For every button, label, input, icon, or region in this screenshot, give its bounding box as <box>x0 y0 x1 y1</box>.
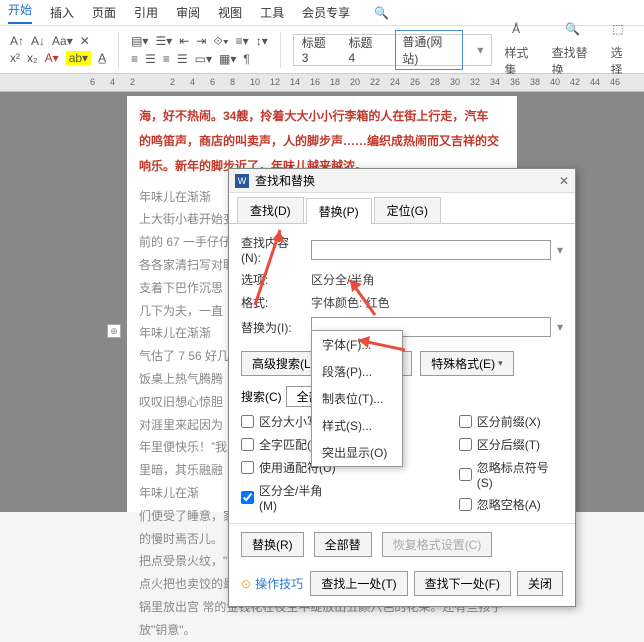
tab-member[interactable]: 会员专享 <box>302 4 350 21</box>
tab-tools[interactable]: 工具 <box>260 4 284 21</box>
search-icon[interactable]: 🔍 <box>374 6 389 20</box>
dialog-title: 查找和替换 <box>255 172 315 189</box>
format-value: 字体颜色: 红色 <box>311 294 390 311</box>
superscript-icon[interactable]: x² <box>10 51 20 65</box>
resetfmt-button[interactable]: 恢复格式设置(C) <box>382 532 493 557</box>
tab-insert[interactable]: 插入 <box>50 4 74 21</box>
format-dropdown: 字体(F)... 段落(P)... 制表位(T)... 样式(S)... 突出显… <box>311 330 403 467</box>
tab-find[interactable]: 查找(D) <box>237 197 304 223</box>
ribbon-tabs: 开始 插入 页面 引用 审阅 视图 工具 会员专享 🔍 <box>0 0 644 26</box>
style-normal[interactable]: 普通(网站) <box>395 30 463 70</box>
dd-highlight[interactable]: 突出显示(O) <box>312 439 402 466</box>
bullet-list-icon[interactable]: ▤▾ <box>131 34 148 48</box>
indent-icon[interactable]: ⇥ <box>196 34 206 48</box>
tab-home[interactable]: 开始 <box>8 1 32 24</box>
sort-icon[interactable]: ⟐▾ <box>213 34 228 49</box>
findwhat-input[interactable] <box>311 240 551 260</box>
marks-icon[interactable]: ¶ <box>243 52 249 66</box>
findprev-button[interactable]: 查找上一处(T) <box>310 571 407 596</box>
shading-icon[interactable]: ▭▾ <box>195 52 212 66</box>
number-list-icon[interactable]: ☰▾ <box>155 34 172 48</box>
dialog-titlebar[interactable]: W 查找和替换 ✕ <box>229 169 575 193</box>
tab-goto[interactable]: 定位(G) <box>374 197 441 223</box>
options-value: 区分全/半角 <box>311 271 374 288</box>
move-handle-icon[interactable]: ⊕ <box>107 324 121 338</box>
subscript-icon[interactable]: x₂ <box>27 51 38 65</box>
border-icon[interactable]: ▦▾ <box>219 52 236 66</box>
word-icon: W <box>235 174 249 188</box>
replace-button[interactable]: 替换(R) <box>241 532 304 557</box>
dd-style[interactable]: 样式(S)... <box>312 412 402 439</box>
dd-para[interactable]: 段落(P)... <box>312 358 402 385</box>
align-icon[interactable]: ≡▾ <box>236 34 249 48</box>
tab-replace[interactable]: 替换(P) <box>306 198 372 224</box>
style-more-icon[interactable]: ▾ <box>477 43 483 57</box>
tab-review[interactable]: 审阅 <box>176 4 200 21</box>
close-icon[interactable]: ✕ <box>559 174 569 188</box>
chk-space[interactable]: 忽略空格(A) <box>459 496 563 513</box>
replacewith-label: 替换为(I): <box>241 319 305 336</box>
change-case-icon[interactable]: Aa▾ <box>52 34 73 48</box>
style-h3[interactable]: 标题 3 <box>302 34 335 65</box>
char-border-icon[interactable]: A̲ <box>98 51 106 65</box>
styleset-button[interactable]: Å样式集 <box>504 22 539 78</box>
tip-link[interactable]: ⊙操作技巧 <box>241 575 303 592</box>
align-r-icon[interactable]: ≡ <box>163 52 170 66</box>
chk-width[interactable]: 区分全/半角(M) <box>241 482 339 513</box>
grow-font-icon[interactable]: A↑ <box>10 34 24 48</box>
dd-font[interactable]: 字体(F)... <box>312 331 402 358</box>
highlight-icon[interactable]: ab▾ <box>66 51 91 65</box>
align-c-icon[interactable]: ☰ <box>145 52 156 66</box>
ruler[interactable]: 6422468101214161820222426283032343638404… <box>0 74 644 92</box>
tab-view[interactable]: 视图 <box>218 4 242 21</box>
shrink-font-icon[interactable]: A↓ <box>31 34 45 48</box>
align-l-icon[interactable]: ≡ <box>131 52 138 66</box>
dd-tabs[interactable]: 制表位(T)... <box>312 385 402 412</box>
clear-fmt-icon[interactable]: ✕ <box>80 34 90 48</box>
doc-line-2: 的鸣笛声，商店的叫卖声，人的脚步声……编织成热闹而又吉祥的交 <box>139 129 505 154</box>
format-label: 格式: <box>241 294 305 311</box>
align-j-icon[interactable]: ☰ <box>177 52 188 66</box>
font-color-icon[interactable]: A▾ <box>45 51 59 65</box>
chk-punct[interactable]: 忽略标点符号(S) <box>459 459 563 490</box>
findreplace-button[interactable]: 🔍查找替换 <box>552 22 599 78</box>
options-label: 选项: <box>241 271 305 288</box>
doc-line-1: 海，好不热闹。34艘，拎着大大小小行李箱的人在街上行走，汽车 <box>139 104 505 129</box>
style-gallery[interactable]: 标题 3 标题 4 普通(网站) ▾ <box>293 34 493 66</box>
findwhat-label: 查找内容(N): <box>241 234 305 265</box>
close-button[interactable]: 关闭 <box>517 571 563 596</box>
font-group: A↑ A↓ Aa▾ ✕ x² x₂ A▾ ab▾ A̲ <box>10 34 106 65</box>
findnext-button[interactable]: 查找下一处(F) <box>414 571 511 596</box>
ribbon-toolbar: A↑ A↓ Aa▾ ✕ x² x₂ A▾ ab▾ A̲ ▤▾ ☰▾ ⇤ ⇥ ⟐▾… <box>0 26 644 74</box>
tab-page[interactable]: 页面 <box>92 4 116 21</box>
tab-ref[interactable]: 引用 <box>134 4 158 21</box>
search-dir-label: 搜索(C) <box>241 388 282 405</box>
select-button[interactable]: ⬚选择 <box>611 22 634 78</box>
replaceall-button[interactable]: 全部替 <box>314 532 372 557</box>
chk-prefix[interactable]: 区分前缀(X) <box>459 413 563 430</box>
para-group: ▤▾ ☰▾ ⇤ ⇥ ⟐▾ ≡▾ ↕▾ ≡ ☰ ≡ ☰ ▭▾ ▦▾ ¶ <box>131 34 268 66</box>
dialog-tabs: 查找(D) 替换(P) 定位(G) <box>229 193 575 224</box>
chk-suffix[interactable]: 区分后缀(T) <box>459 436 563 453</box>
outdent-icon[interactable]: ⇤ <box>179 34 189 48</box>
linespace-icon[interactable]: ↕▾ <box>256 34 268 48</box>
style-h4[interactable]: 标题 4 <box>349 34 382 65</box>
special-button[interactable]: 特殊格式(E)▾ <box>420 351 514 376</box>
